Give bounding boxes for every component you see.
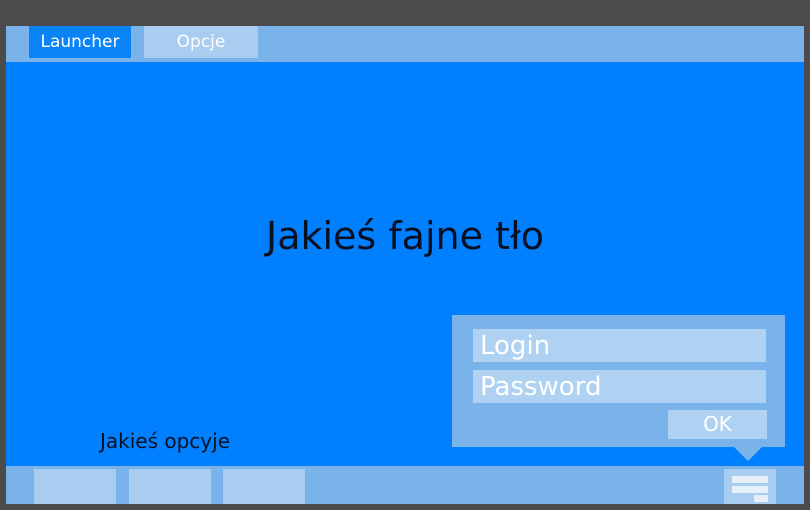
login-panel: OK — [452, 315, 785, 447]
ok-button[interactable]: OK — [668, 410, 767, 439]
menu-icon-line — [754, 495, 768, 502]
menu-icon — [732, 476, 768, 483]
tab-opcje[interactable]: Opcje — [144, 26, 258, 58]
options-label: Jakieś opcyje — [100, 429, 230, 453]
taskbar-item[interactable] — [34, 469, 116, 504]
menu-icon-line — [732, 486, 768, 493]
login-panel-pointer — [734, 447, 762, 461]
background-placeholder-text: Jakieś fajne tło — [265, 214, 545, 258]
launcher-window: Launcher Opcje Jakieś fajne tło Jakieś o… — [6, 26, 804, 504]
login-field[interactable] — [473, 329, 766, 362]
password-field[interactable] — [473, 370, 766, 403]
top-tab-bar: Launcher Opcje — [6, 26, 804, 62]
taskbar-item[interactable] — [129, 469, 211, 504]
tab-launcher[interactable]: Launcher — [29, 26, 131, 58]
taskbar — [6, 466, 804, 504]
menu-button[interactable] — [724, 469, 776, 504]
taskbar-item[interactable] — [223, 469, 305, 504]
